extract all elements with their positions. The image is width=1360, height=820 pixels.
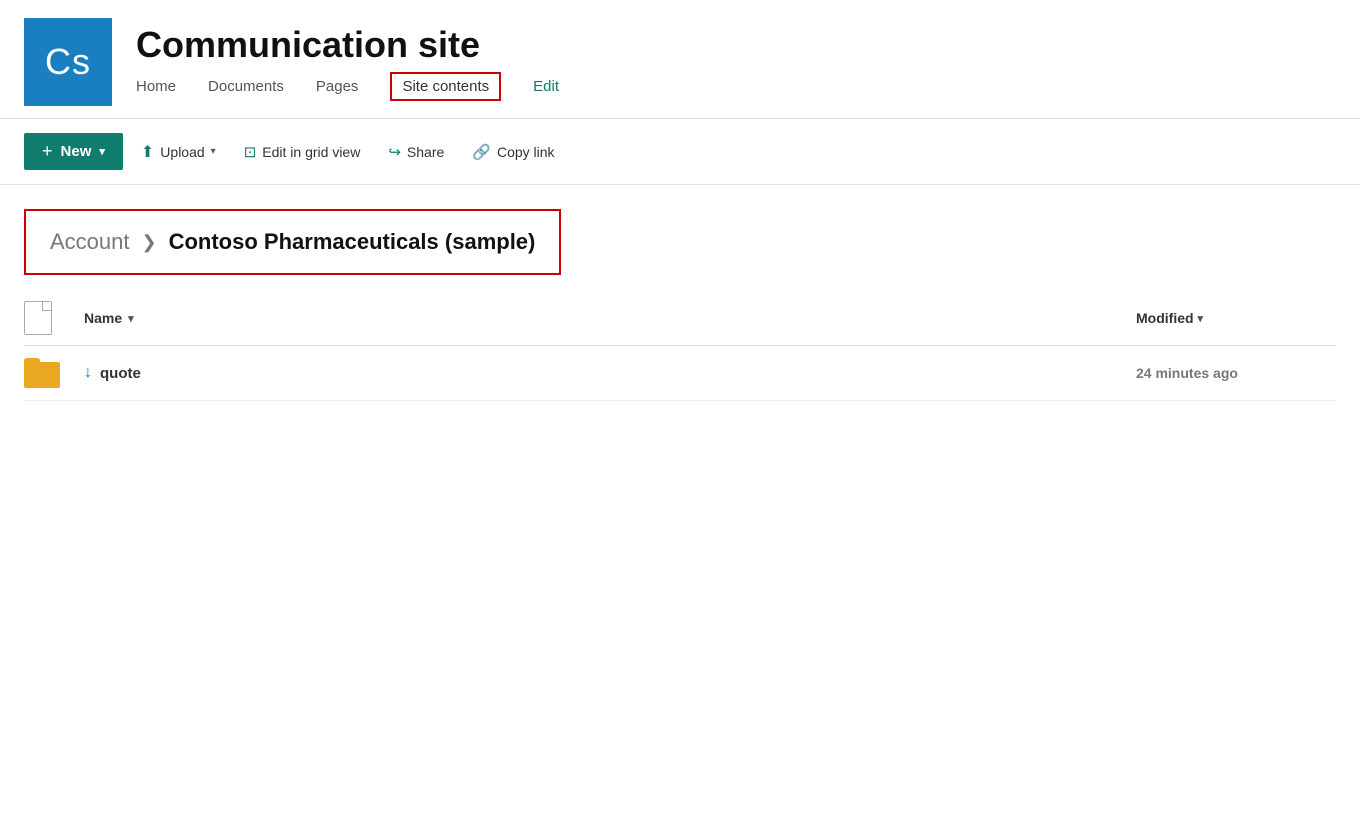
col-name-header[interactable]: Name ▾ — [84, 310, 1124, 326]
modified-sort-icon: ▾ — [1198, 312, 1204, 325]
site-title: Communication site — [136, 23, 559, 66]
new-button[interactable]: + New ▾ — [24, 133, 123, 170]
upload-chevron-icon: ▾ — [211, 146, 216, 157]
header-text: Communication site Home Documents Pages … — [136, 23, 559, 101]
site-logo: Cs — [24, 18, 112, 106]
new-chevron-icon: ▾ — [99, 145, 105, 158]
breadcrumb-chevron-icon: ❯ — [142, 232, 157, 253]
nav-pages[interactable]: Pages — [316, 74, 359, 99]
table-row: ↓ quote 24 minutes ago — [24, 346, 1336, 401]
folder-icon-cell — [24, 358, 72, 388]
folder-icon — [24, 358, 60, 388]
file-name-cell: ↓ quote — [84, 364, 1124, 382]
col-modified-header[interactable]: Modified ▾ — [1136, 310, 1336, 326]
breadcrumb-section: Account ❯ Contoso Pharmaceuticals (sampl… — [0, 185, 1360, 291]
main-nav: Home Documents Pages Site contents Edit — [136, 72, 559, 101]
file-modified-cell: 24 minutes ago — [1136, 365, 1336, 381]
share-icon: ↪ — [388, 143, 401, 161]
upload-button[interactable]: ⬆ Upload ▾ — [131, 136, 226, 168]
breadcrumb-parent[interactable]: Account — [50, 229, 130, 255]
sync-icon: ↓ — [84, 364, 92, 382]
name-sort-icon: ▾ — [128, 312, 134, 325]
file-name-label[interactable]: quote — [100, 365, 141, 382]
upload-icon: ⬆ — [141, 142, 154, 162]
document-header-icon — [24, 301, 52, 335]
nav-site-contents[interactable]: Site contents — [390, 72, 501, 101]
breadcrumb-current: Contoso Pharmaceuticals (sample) — [169, 229, 536, 255]
grid-icon: ⊡ — [244, 143, 257, 161]
nav-home[interactable]: Home — [136, 74, 176, 99]
nav-documents[interactable]: Documents — [208, 74, 284, 99]
nav-edit[interactable]: Edit — [533, 74, 559, 99]
header: Cs Communication site Home Documents Pag… — [0, 0, 1360, 119]
breadcrumb: Account ❯ Contoso Pharmaceuticals (sampl… — [24, 209, 561, 275]
link-icon: 🔗 — [472, 143, 491, 161]
copy-link-button[interactable]: 🔗 Copy link — [462, 137, 564, 167]
share-button[interactable]: ↪ Share — [378, 137, 454, 167]
file-list: Name ▾ Modified ▾ ↓ quote 24 minutes ago — [0, 291, 1360, 401]
toolbar: + New ▾ ⬆ Upload ▾ ⊡ Edit in grid view ↪… — [0, 119, 1360, 185]
edit-grid-button[interactable]: ⊡ Edit in grid view — [234, 137, 371, 167]
col-icon-header — [24, 301, 72, 335]
plus-icon: + — [42, 141, 53, 162]
file-list-header: Name ▾ Modified ▾ — [24, 291, 1336, 346]
